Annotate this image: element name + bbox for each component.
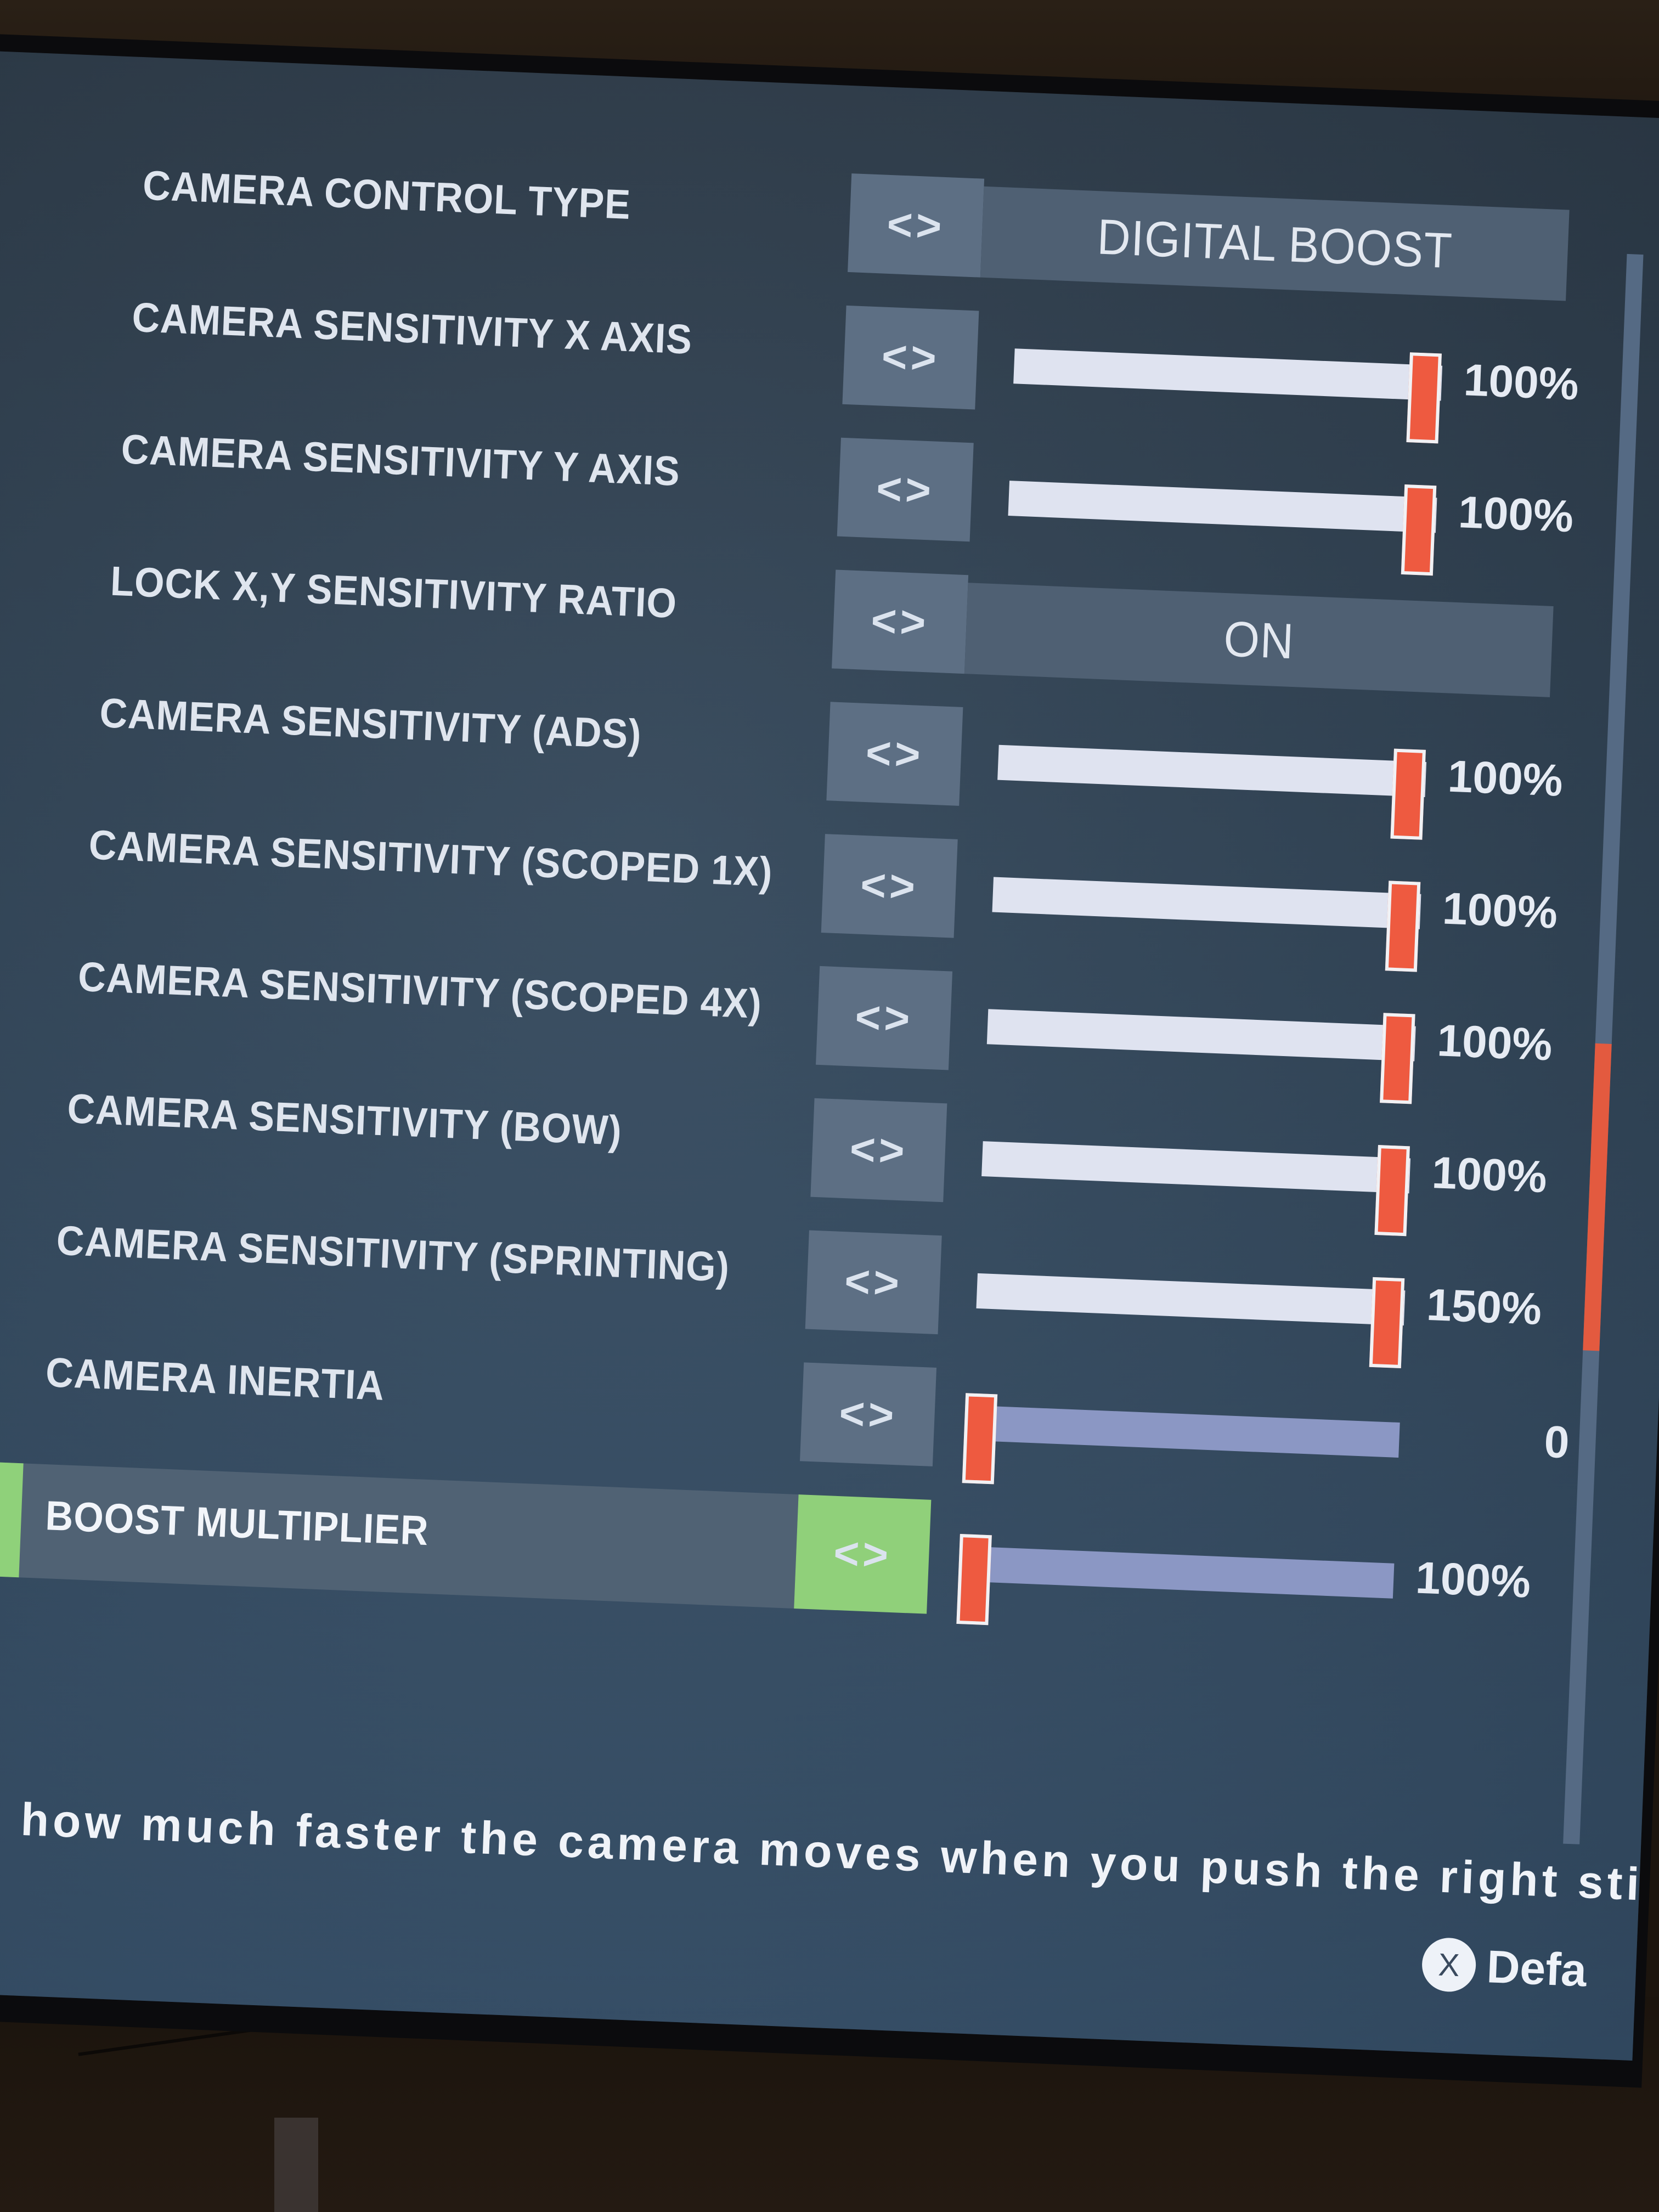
slider-value: 0	[1543, 1417, 1571, 1468]
setting-label: LOCK X,Y SENSITIVITY RATIO	[109, 557, 678, 627]
slider-handle[interactable]	[1374, 1145, 1410, 1237]
left-right-arrows-icon[interactable]: <>	[826, 702, 963, 806]
slider-value: 100%	[1436, 1015, 1554, 1070]
arrows-glyph: <>	[849, 1124, 909, 1176]
slider-value: 100%	[1441, 883, 1559, 938]
left-right-arrows-icon[interactable]: <>	[800, 1362, 937, 1466]
left-right-arrows-icon[interactable]: <>	[794, 1494, 932, 1614]
slider-track[interactable]	[981, 1141, 1411, 1237]
arrows-glyph: <>	[881, 331, 941, 383]
left-right-arrows-icon[interactable]: <>	[821, 834, 958, 938]
option-value: DIGITAL BOOST	[1096, 208, 1454, 279]
slider-value: 100%	[1431, 1148, 1548, 1203]
arrows-glyph: <>	[865, 728, 925, 780]
setting-label: CAMERA SENSITIVITY (SPRINTING)	[55, 1217, 731, 1291]
slider-track[interactable]	[986, 1009, 1416, 1104]
arrows-glyph: <>	[875, 464, 935, 515]
default-button[interactable]: X Defa	[1421, 1937, 1588, 1997]
arrows-glyph: <>	[886, 199, 946, 251]
left-right-arrows-icon[interactable]: <>	[816, 966, 953, 1070]
slider-value: 100%	[1463, 355, 1580, 410]
left-right-arrows-icon[interactable]: <>	[837, 437, 974, 542]
x-button-icon: X	[1421, 1937, 1477, 1993]
option-selector[interactable]: DIGITAL BOOST	[980, 186, 1570, 301]
slider-value: 100%	[1414, 1553, 1532, 1607]
default-button-label: Defa	[1486, 1940, 1588, 1996]
slider-track[interactable]	[1008, 481, 1437, 576]
left-right-arrows-icon[interactable]: <>	[805, 1230, 942, 1335]
arrows-glyph: <>	[859, 860, 919, 911]
left-right-arrows-icon[interactable]: <>	[810, 1098, 947, 1203]
setting-description: ust how much faster the camera moves whe…	[0, 1789, 1659, 1924]
setting-label: CAMERA CONTROL TYPE	[142, 162, 632, 228]
arrows-glyph: <>	[854, 992, 915, 1043]
slider-handle[interactable]	[1401, 484, 1437, 576]
setting-label: CAMERA INERTIA	[44, 1349, 386, 1409]
slider-handle[interactable]	[1406, 352, 1442, 444]
setting-label: CAMERA SENSITIVITY (SCOPED 1X)	[88, 821, 774, 895]
slider-track[interactable]	[997, 744, 1427, 840]
left-right-arrows-icon[interactable]: <>	[848, 173, 985, 278]
setting-label: CAMERA SENSITIVITY (SCOPED 4X)	[77, 953, 763, 1028]
slider-track[interactable]	[962, 1393, 1400, 1485]
slider-handle[interactable]	[1369, 1277, 1405, 1369]
arrows-glyph: <>	[843, 1256, 904, 1308]
arrows-glyph: <>	[870, 596, 930, 647]
left-right-arrows-icon[interactable]: <>	[842, 305, 979, 410]
setting-label: CAMERA SENSITIVITY X AXIS	[131, 294, 693, 363]
slider-handle[interactable]	[1390, 748, 1426, 840]
slider-track[interactable]	[956, 1533, 1395, 1626]
setting-label: CAMERA SENSITIVITY (BOW)	[66, 1085, 623, 1154]
slider-value: 150%	[1425, 1279, 1543, 1335]
slider-handle[interactable]	[1385, 881, 1421, 972]
option-value: ON	[1222, 610, 1295, 669]
option-selector[interactable]: ON	[964, 583, 1554, 697]
left-right-arrows-icon[interactable]: <>	[832, 569, 969, 674]
slider-track[interactable]	[976, 1273, 1406, 1369]
slider-handle[interactable]	[956, 1533, 992, 1626]
arrows-glyph: <>	[832, 1528, 893, 1579]
setting-label: CAMERA SENSITIVITY Y AXIS	[120, 426, 681, 495]
tv-stand	[274, 2118, 318, 2212]
settings-screen: CAMERA CONTROL TYPE <> DIGITAL BOOST CAMERA…	[0, 50, 1659, 2061]
slider-handle[interactable]	[1379, 1013, 1415, 1104]
slider-value: 100%	[1457, 487, 1575, 542]
arrows-glyph: <>	[838, 1389, 899, 1440]
slider-handle[interactable]	[962, 1393, 997, 1485]
slider-track[interactable]	[1013, 348, 1443, 444]
slider-track[interactable]	[992, 877, 1421, 972]
slider-value: 100%	[1447, 751, 1564, 806]
setting-label: CAMERA SENSITIVITY (ADS)	[99, 689, 643, 758]
